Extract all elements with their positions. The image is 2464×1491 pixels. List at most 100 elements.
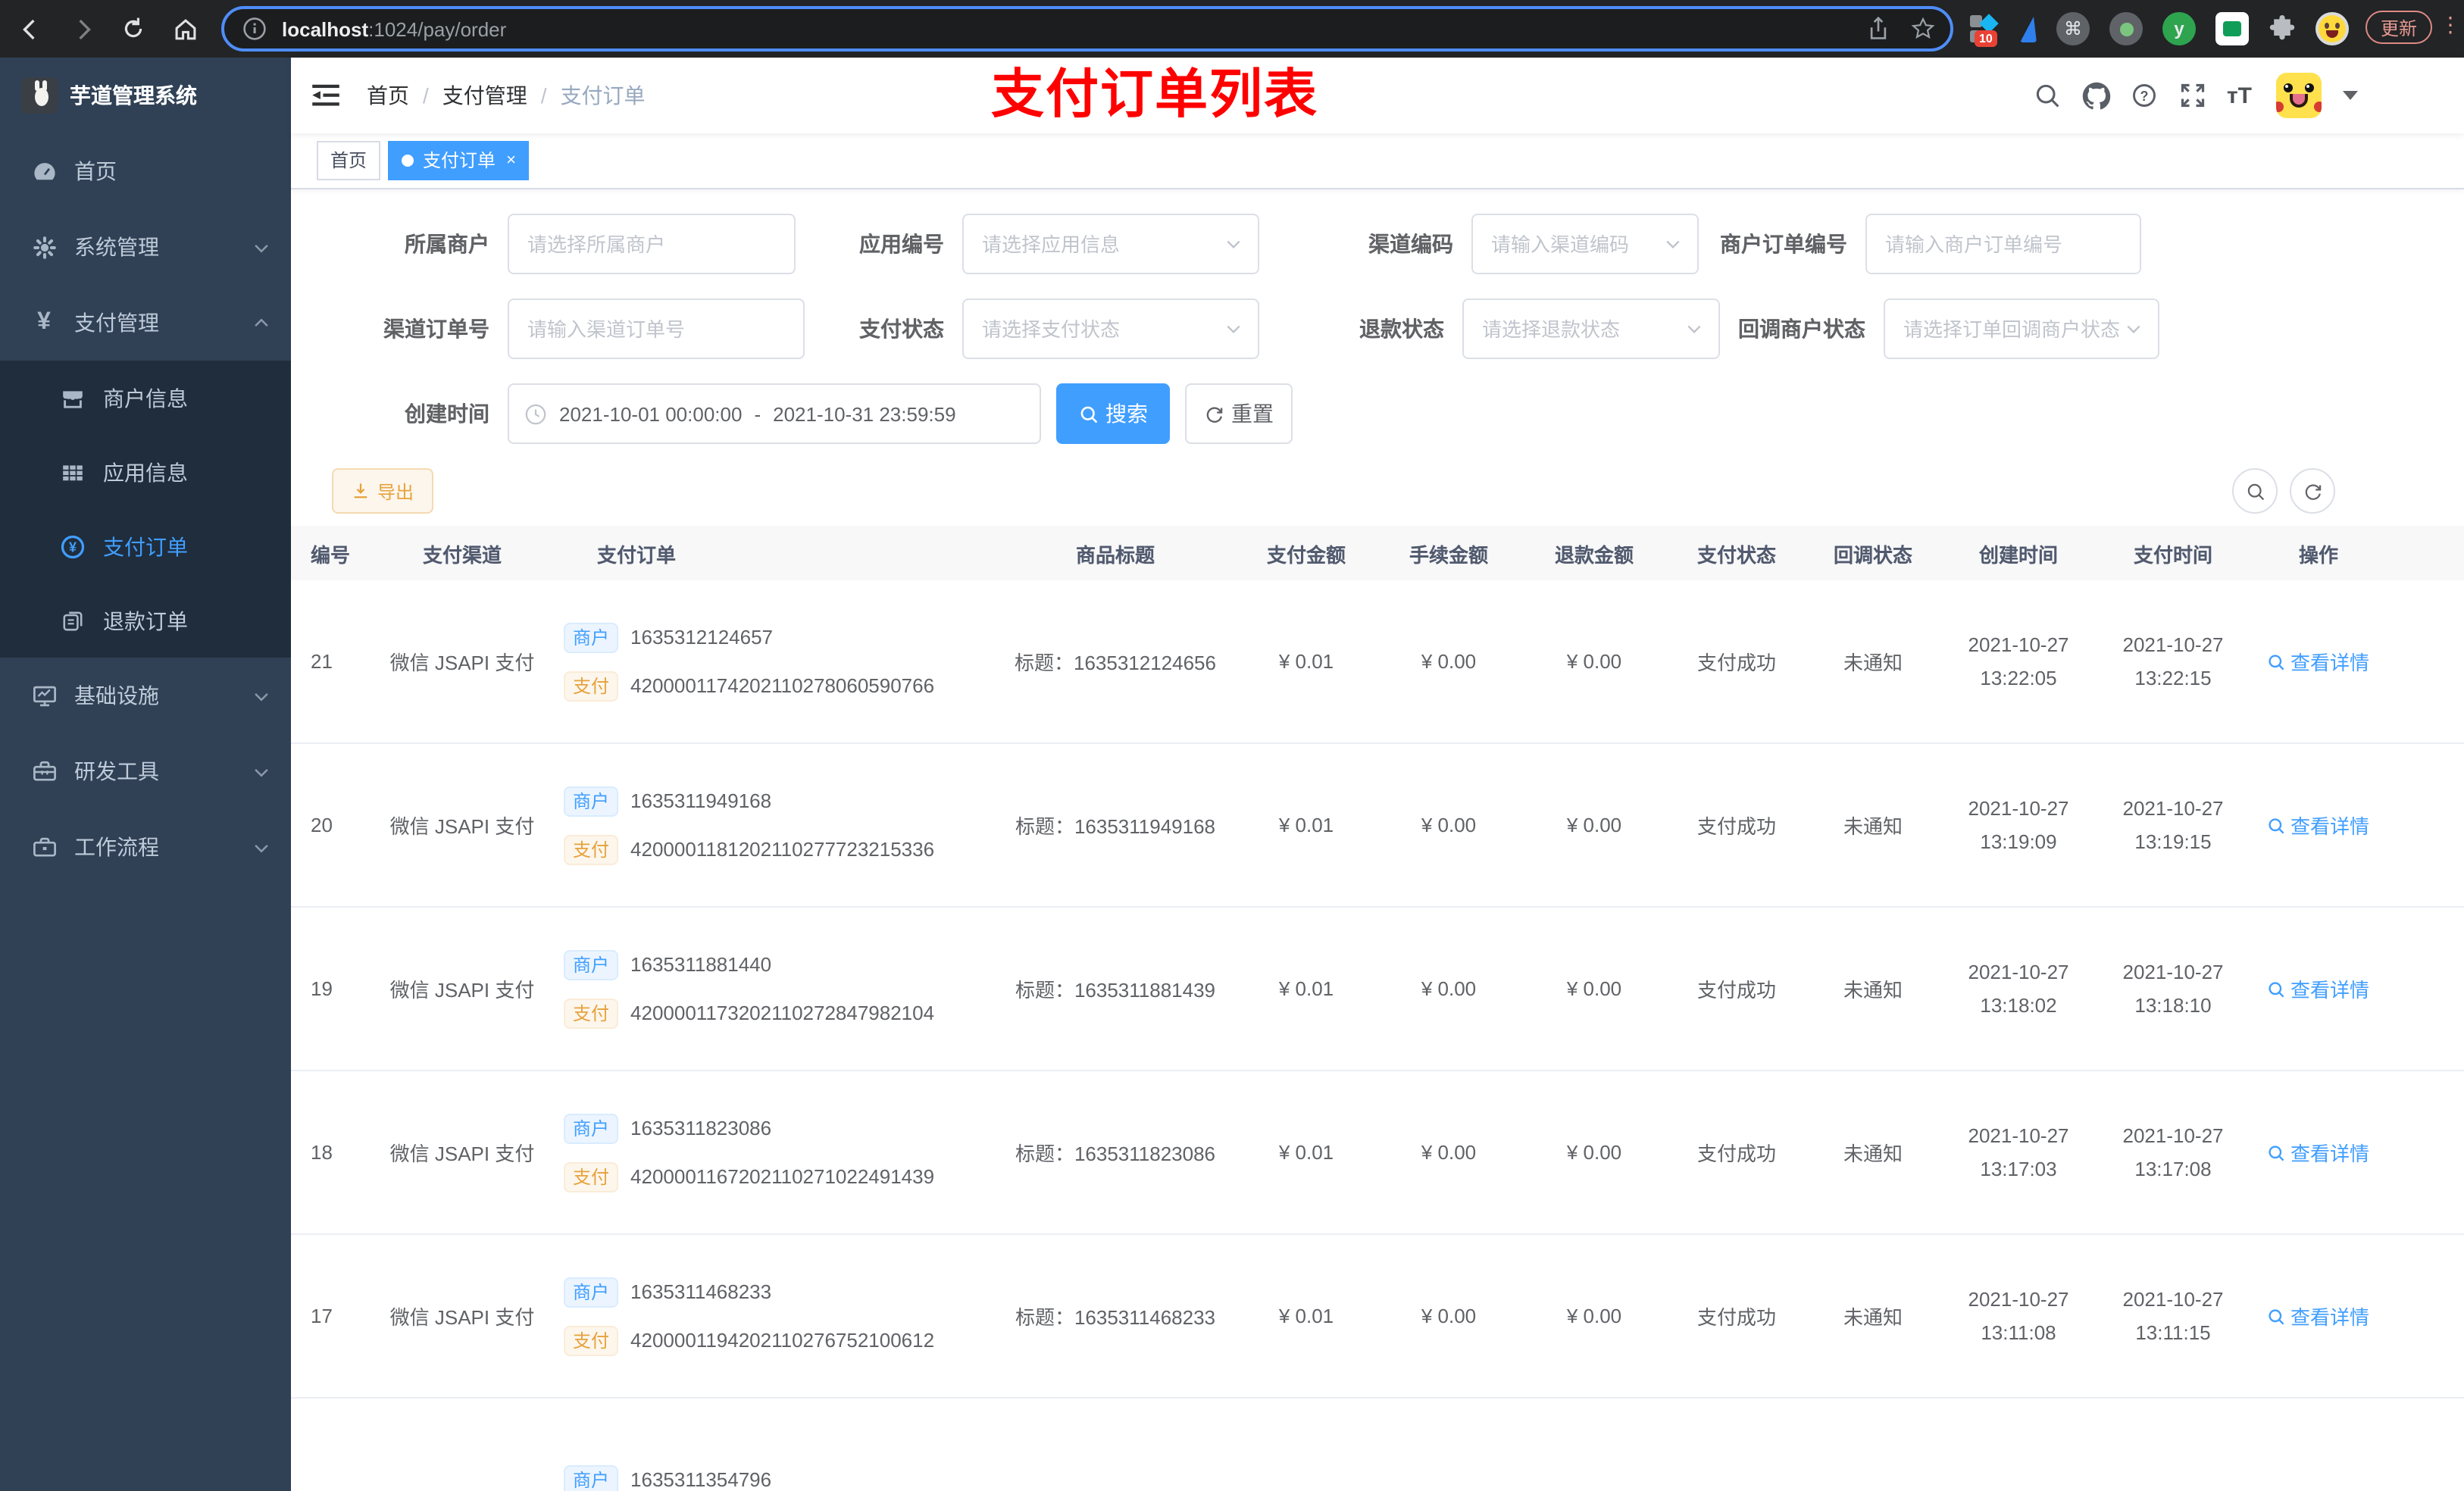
sidebar-item-refund-order[interactable]: 退款订单 — [0, 583, 291, 658]
pay-order-cell: 商户 1635312124657 支付 42000011742021102780605… — [552, 622, 994, 701]
callback-status-select[interactable] — [1884, 299, 2159, 359]
coin-yen-icon: ¥ — [58, 531, 88, 561]
merchant-order-no: 1635311949168 — [630, 789, 772, 812]
pay-status-select[interactable] — [962, 299, 1259, 359]
refund-amount: ¥ 0.00 — [1566, 814, 1622, 836]
pay-amount: ¥ 0.01 — [1278, 650, 1334, 673]
app-logo[interactable]: 芋道管理系统 — [0, 58, 291, 133]
sidebar-item-payment[interactable]: ¥ 支付管理 — [0, 285, 291, 361]
share-icon[interactable] — [1867, 17, 1890, 41]
view-detail-link[interactable]: 查看详情 — [2268, 1302, 2369, 1330]
export-button[interactable]: 导出 — [332, 468, 434, 514]
toolbox-icon — [29, 756, 59, 786]
channel-code-select[interactable] — [1471, 214, 1699, 274]
column-header: 手续金额 — [1409, 543, 1488, 566]
address-bar[interactable]: localhost:1024/pay/order — [221, 6, 1953, 52]
extension-badge: 10 — [1975, 30, 1997, 47]
reset-button[interactable]: 重置 — [1185, 383, 1293, 444]
fullscreen-icon[interactable] — [2178, 80, 2209, 111]
sidebar-fold-icon[interactable] — [312, 83, 339, 108]
filter-label-refund-status: 退款状态 — [1359, 317, 1444, 341]
refund-amount: ¥ 0.00 — [1566, 1305, 1622, 1327]
reload-icon[interactable] — [112, 8, 155, 50]
action-cell: 查看详情 — [2249, 1302, 2388, 1330]
url-text: localhost:1024/pay/order — [282, 17, 506, 40]
chrome-update-button[interactable]: 更新 — [2366, 11, 2433, 44]
pay-status: 支付成功 — [1696, 652, 1776, 674]
fee-amount: ¥ 0.00 — [1421, 1305, 1477, 1327]
user-avatar[interactable] — [2276, 73, 2322, 118]
close-tab-icon[interactable]: × — [506, 142, 516, 179]
refund-status-select[interactable] — [1462, 299, 1720, 359]
command-extension-icon[interactable]: ⌘ — [2056, 12, 2090, 45]
view-detail-link[interactable]: 查看详情 — [2268, 811, 2369, 839]
merchant-order-no: 1635311468233 — [630, 1280, 772, 1303]
browser-menu-icon[interactable]: ⋮ — [2440, 12, 2461, 38]
app-title: 芋道管理系统 — [70, 83, 197, 108]
filter-label-app: 应用编号 — [859, 232, 944, 256]
app-select[interactable] — [962, 214, 1259, 274]
view-detail-link[interactable]: 查看详情 — [2268, 647, 2369, 676]
help-icon[interactable]: ? — [2130, 80, 2160, 111]
action-cell: 查看详情 — [2249, 974, 2388, 1003]
pay-tag: 支付 — [564, 834, 619, 864]
pay-channel: 微信 JSAPI 支付 — [389, 815, 535, 838]
sidebar-item-infra[interactable]: 基础设施 — [0, 658, 291, 733]
merchant-order-no: 1635311823086 — [630, 1117, 772, 1139]
merchant-tag: 商户 — [564, 622, 619, 652]
view-detail-link[interactable]: 查看详情 — [2268, 974, 2369, 1003]
sail-extension-icon[interactable] — [2020, 16, 2037, 42]
sidebar-item-app-info[interactable]: 应用信息 — [0, 435, 291, 509]
pay-tag: 支付 — [564, 998, 619, 1028]
tab-home[interactable]: 首页 — [317, 141, 381, 180]
sidebar-item-merchant-info[interactable]: 商户信息 — [0, 361, 291, 435]
pay-channel: 微信 JSAPI 支付 — [389, 1306, 535, 1329]
toggle-search-button[interactable] — [2232, 468, 2278, 514]
screen: localhost:1024/pay/order 10 ⌘ y 更新 ⋮ 芋道管… — [0, 0, 2464, 1491]
create-time: 2021-10-27 13:22:05 — [1968, 633, 2069, 689]
forward-icon[interactable] — [61, 8, 103, 50]
column-header: 商品标题 — [1075, 543, 1155, 566]
recorder-extension-icon[interactable] — [2109, 12, 2143, 45]
sidebar-item-system[interactable]: 系统管理 — [0, 209, 291, 285]
breadcrumb-payment[interactable]: 支付管理 — [442, 80, 527, 111]
yen-icon: ¥ — [37, 309, 51, 335]
view-detail-link[interactable]: 查看详情 — [2268, 1138, 2369, 1167]
devtools-extension-icon[interactable]: 10 — [1970, 14, 2000, 47]
pay-tag: 支付 — [564, 1161, 619, 1192]
y-extension-icon[interactable]: y — [2162, 12, 2196, 45]
create-time-range-picker[interactable]: 2021-10-01 00:00:00 - 2021-10-31 23:59:5… — [508, 383, 1041, 444]
filter-label-merchant-order-no: 商户订单编号 — [1720, 232, 1847, 256]
chevron-down-icon — [253, 239, 270, 255]
sidebar-item-pay-order[interactable]: ¥ 支付订单 — [0, 509, 291, 583]
back-icon[interactable] — [9, 8, 52, 50]
chat-extension-icon[interactable] — [2215, 12, 2249, 45]
search-icon[interactable] — [2033, 80, 2063, 111]
magnifier-icon — [2269, 654, 2285, 670]
notify-status: 未通知 — [1843, 1306, 1903, 1329]
sidebar-item-devtools[interactable]: 研发工具 — [0, 733, 291, 809]
extensions-puzzle-icon[interactable] — [2269, 15, 2296, 42]
channel-order-no-input[interactable] — [508, 299, 805, 359]
profile-avatar-icon[interactable] — [2315, 12, 2349, 45]
user-menu-caret-icon[interactable] — [2343, 91, 2358, 100]
breadcrumb-home[interactable]: 首页 — [367, 80, 409, 111]
home-icon[interactable] — [164, 8, 206, 50]
sidebar-item-workflow[interactable]: 工作流程 — [0, 809, 291, 885]
bookmark-star-icon[interactable] — [1911, 17, 1935, 41]
column-header: 支付渠道 — [422, 543, 502, 566]
pay-order-cell: 商户 1635311354796 — [552, 1464, 994, 1491]
font-size-icon[interactable]: тT — [2227, 83, 2252, 108]
create-time: 2021-10-27 13:19:09 — [1968, 796, 2069, 852]
refresh-table-button[interactable] — [2290, 468, 2335, 514]
merchant-tag: 商户 — [564, 786, 619, 816]
github-icon[interactable] — [2081, 80, 2112, 111]
sidebar-item-home[interactable]: 首页 — [0, 133, 291, 209]
merchant-select[interactable] — [508, 214, 796, 274]
table-row: 20 微信 JSAPI 支付 商户 1635311949168 支付 4200001181… — [291, 744, 2464, 908]
pay-order-cell: 商户 1635311949168 支付 42000011812021102777232… — [552, 786, 994, 864]
site-info-icon[interactable] — [242, 17, 267, 41]
search-button[interactable]: 搜索 — [1056, 383, 1170, 444]
merchant-order-no-input[interactable] — [1865, 214, 2141, 274]
tab-pay-order[interactable]: 支付订单 × — [388, 141, 530, 180]
